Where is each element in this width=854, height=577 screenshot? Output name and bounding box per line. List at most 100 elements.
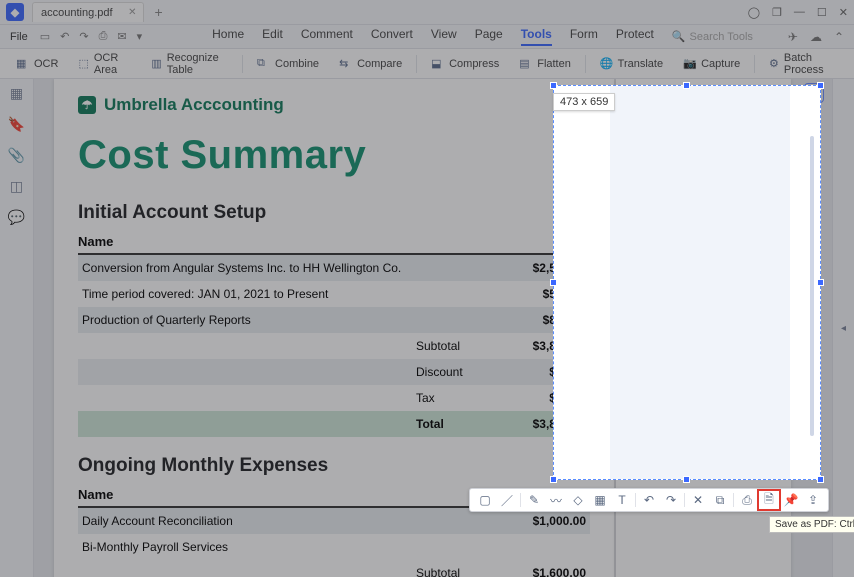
col-name: Name [78,234,500,249]
compare-button[interactable]: ⇆Compare [329,53,412,75]
help-collapse-icon[interactable]: ⌃ [834,30,844,44]
capture-content [610,86,790,479]
umbrella-logo-icon: ☂ [78,96,96,114]
maximize-icon[interactable]: ☐ [817,6,827,19]
title-bar: ◆ accounting.pdf ✕ + ◯ ❐ — ☐ ✕ [0,0,854,25]
tab-home[interactable]: Home [212,27,244,46]
resize-handle-br[interactable] [817,476,824,483]
ocr-button[interactable]: ▦OCR [6,53,68,75]
summary-row-total: Total$3,800.00 [78,411,590,437]
minimize-icon[interactable]: — [794,6,805,19]
window-copy-icon[interactable]: ❐ [772,6,782,19]
undo-icon[interactable]: ↶ [60,30,69,43]
tab-tools[interactable]: Tools [521,27,552,46]
translate-button[interactable]: 🌐Translate [590,53,673,75]
redo-icon[interactable]: ↷ [79,30,88,43]
expand-right-icon[interactable]: ◂ [841,323,846,334]
capture-button[interactable]: 📷Capture [673,53,750,75]
resize-handle-bl[interactable] [550,476,557,483]
section1-header: Name Price [78,234,590,255]
flatten-button[interactable]: ▤Flatten [509,53,581,75]
close-window-icon[interactable]: ✕ [839,6,848,19]
tab-edit[interactable]: Edit [262,27,283,46]
save-image-icon[interactable]: ⎙ [736,490,758,510]
section2-title: Ongoing Monthly Expenses [78,455,590,477]
highlighter-tool-icon[interactable]: 〰 [545,490,567,510]
pin-icon[interactable]: 📌 [780,490,802,510]
table-row: Bi-Monthly Payroll Services [78,534,590,560]
save-icon[interactable]: ▭ [40,30,50,43]
bookmark-icon[interactable]: 🔖 [8,116,25,133]
resize-handle-mr[interactable] [817,279,824,286]
search-icon: 🔍 [672,30,686,43]
undo-tool-icon[interactable]: ↶ [638,490,660,510]
save-pdf-tooltip: Save as PDF: Ctrl+W [769,516,854,533]
col-name: Name [78,487,500,502]
combine-button[interactable]: ⧉Combine [247,53,329,75]
tab-protect[interactable]: Protect [616,27,654,46]
close-tab-icon[interactable]: ✕ [128,7,136,18]
left-sidebar: ▦ 🔖 📎 ◫ 💬 [0,79,34,577]
table-row: Production of Quarterly Reports$800.00 [78,307,590,333]
right-sidebar[interactable]: ◂ [832,79,854,577]
ribbon-tabs: Home Edit Comment Convert View Page Tool… [212,27,654,46]
tab-form[interactable]: Form [570,27,598,46]
document-headline: Cost Summary [78,133,590,178]
tab-convert[interactable]: Convert [371,27,413,46]
capture-selection[interactable] [553,85,821,480]
company-header: ☂ Umbrella Acccounting [78,95,590,115]
tools-toolbar: ▦OCR ⬚OCR Area ▥Recognize Table ⧉Combine… [0,49,854,79]
resize-handle-tl[interactable] [550,82,557,89]
summary-row: Subtotal$1,600.00 [78,560,590,577]
table-row: Time period covered: JAN 01, 2021 to Pre… [78,281,590,307]
tab-page[interactable]: Page [475,27,503,46]
scrollbar-preview [810,136,814,436]
capture-size-label: 473 x 659 [553,93,615,111]
batch-process-button[interactable]: ⚙Batch Process [759,53,848,75]
resize-handle-bm[interactable] [683,476,690,483]
tab-view[interactable]: View [431,27,457,46]
summary-row: Discount$00.00 [78,359,590,385]
more-icon[interactable]: ▾ [137,30,143,43]
document-tab[interactable]: accounting.pdf ✕ [32,2,144,22]
ocr-area-button[interactable]: ⬚OCR Area [68,53,141,75]
new-tab-button[interactable]: + [150,3,168,21]
user-icon[interactable]: ◯ [748,6,760,19]
text-tool-icon[interactable]: T [611,490,633,510]
print-icon[interactable]: ⎙ [99,30,108,43]
rect-tool-icon[interactable]: ▢ [474,490,496,510]
resize-handle-tr[interactable] [817,82,824,89]
capture-toolbar: ▢ ／ ✎ 〰 ◇ ▦ T ↶ ↷ ✕ ⧉ ⎙ 🗎 📌 ⇪ [469,488,829,512]
table-row: Conversion from Angular Systems Inc. to … [78,255,590,281]
tab-comment[interactable]: Comment [301,27,353,46]
pen-tool-icon[interactable]: ✎ [523,490,545,510]
section1-title: Initial Account Setup [78,202,590,224]
cloud-icon[interactable]: ☁ [810,30,822,44]
file-menu[interactable]: File [10,31,28,43]
share-icon[interactable]: ✈ [788,30,798,44]
quick-access-toolbar: ▭ ↶ ↷ ⎙ ✉ ▾ [40,30,142,43]
copy-capture-icon[interactable]: ⧉ [709,490,731,510]
search-placeholder: Search Tools [690,31,753,43]
menu-bar: File ▭ ↶ ↷ ⎙ ✉ ▾ Home Edit Comment Conve… [0,25,854,49]
recognize-table-button[interactable]: ▥Recognize Table [141,53,238,75]
resize-handle-tm[interactable] [683,82,690,89]
redo-tool-icon[interactable]: ↷ [660,490,682,510]
share-capture-icon[interactable]: ⇪ [802,490,824,510]
resize-handle-ml[interactable] [550,279,557,286]
save-pdf-icon[interactable]: 🗎 [758,490,780,510]
summary-row: Subtotal$3,800.00 [78,333,590,359]
compress-button[interactable]: ⬓Compress [421,53,509,75]
document-tab-label: accounting.pdf [41,7,113,19]
mail-icon[interactable]: ✉ [117,30,126,43]
thumbnails-icon[interactable]: ▦ [10,85,23,102]
line-tool-icon[interactable]: ／ [496,490,518,510]
layers-icon[interactable]: ◫ [10,178,23,195]
mosaic-tool-icon[interactable]: ▦ [589,490,611,510]
eraser-tool-icon[interactable]: ◇ [567,490,589,510]
comment-panel-icon[interactable]: 💬 [8,209,25,226]
cancel-capture-icon[interactable]: ✕ [687,490,709,510]
attachment-icon[interactable]: 📎 [8,147,25,164]
summary-row: Tax$00.00 [78,385,590,411]
search-tools[interactable]: 🔍 Search Tools [672,30,753,43]
